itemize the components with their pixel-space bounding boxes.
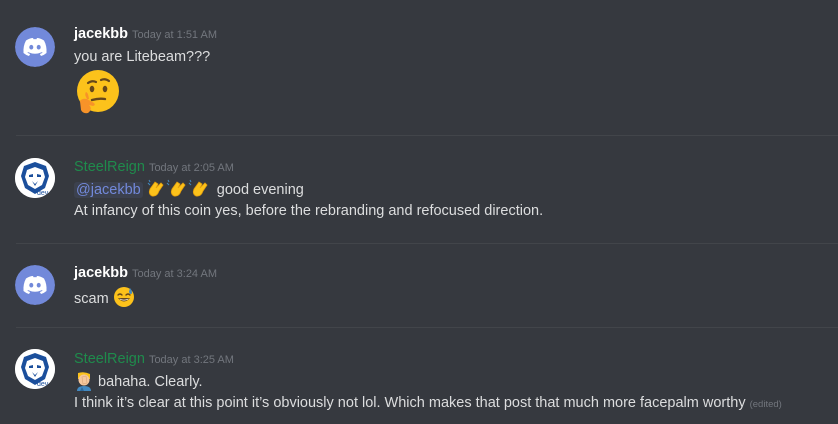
message-header: jacekbb Today at 3:24 AM <box>74 264 217 283</box>
username[interactable]: SteelReign <box>74 159 145 175</box>
username[interactable]: jacekbb <box>74 265 128 281</box>
username[interactable]: SteelReign <box>74 351 145 367</box>
grinning-sweat-icon <box>113 286 135 314</box>
svg-text:dev: dev <box>37 190 49 197</box>
message-header: jacekbb Today at 1:51 AM <box>74 25 217 44</box>
message-group: jacekbb Today at 1:51 AM you are Litebeam… <box>0 0 838 135</box>
message-header: SteelReign Today at 2:05 AM <box>74 158 234 177</box>
message-group: jacekbb Today at 3:24 AM scam <box>0 244 838 327</box>
discord-logo-icon <box>15 27 55 67</box>
username[interactable]: jacekbb <box>74 26 128 42</box>
message-group: dev SteelReignToday at 2:05 AM @jacekbb <box>0 136 838 243</box>
timestamp: Today at 3:25 AM <box>148 354 234 366</box>
lion-logo-icon: dev <box>15 158 55 198</box>
message-group: dev SteelReign Today at 3:25 AM bahaha. C… <box>0 328 838 424</box>
svg-text:dev: dev <box>37 381 49 388</box>
timestamp: Today at 1:51 AM <box>132 29 217 41</box>
chat-message-list: jacekbb Today at 1:51 AM you are Litebeam… <box>0 0 838 424</box>
avatar[interactable] <box>15 265 55 305</box>
timestamp: Today at 2:05 AM <box>148 162 234 174</box>
message-text: scam <box>74 286 135 314</box>
avatar[interactable]: dev <box>15 349 55 389</box>
message-header: SteelReign Today at 3:25 AM <box>74 350 234 369</box>
discord-logo-icon <box>15 265 55 305</box>
avatar[interactable]: dev <box>15 158 55 198</box>
message-text: At infancy of this coin yes, before the … <box>74 203 544 219</box>
message-text: I think it’s clear at this point it’s ob… <box>74 393 782 415</box>
message-text-fragment: scam <box>74 291 109 307</box>
message-text-fragment: bahaha. Clearly. <box>98 374 203 390</box>
timestamp: Today at 3:24 AM <box>132 268 217 280</box>
edited-label: (edited) <box>749 399 782 410</box>
message-text: you are Litebeam??? <box>74 49 211 65</box>
thinking-face-icon <box>74 68 122 116</box>
lion-logo-icon: dev <box>15 349 55 389</box>
avatar[interactable] <box>15 27 55 67</box>
user-mention[interactable]: @jacekbb <box>74 182 143 198</box>
message-text-fragment: I think it’s clear at this point it’s ob… <box>74 395 746 411</box>
message-text-fragment: good evening <box>216 182 304 198</box>
